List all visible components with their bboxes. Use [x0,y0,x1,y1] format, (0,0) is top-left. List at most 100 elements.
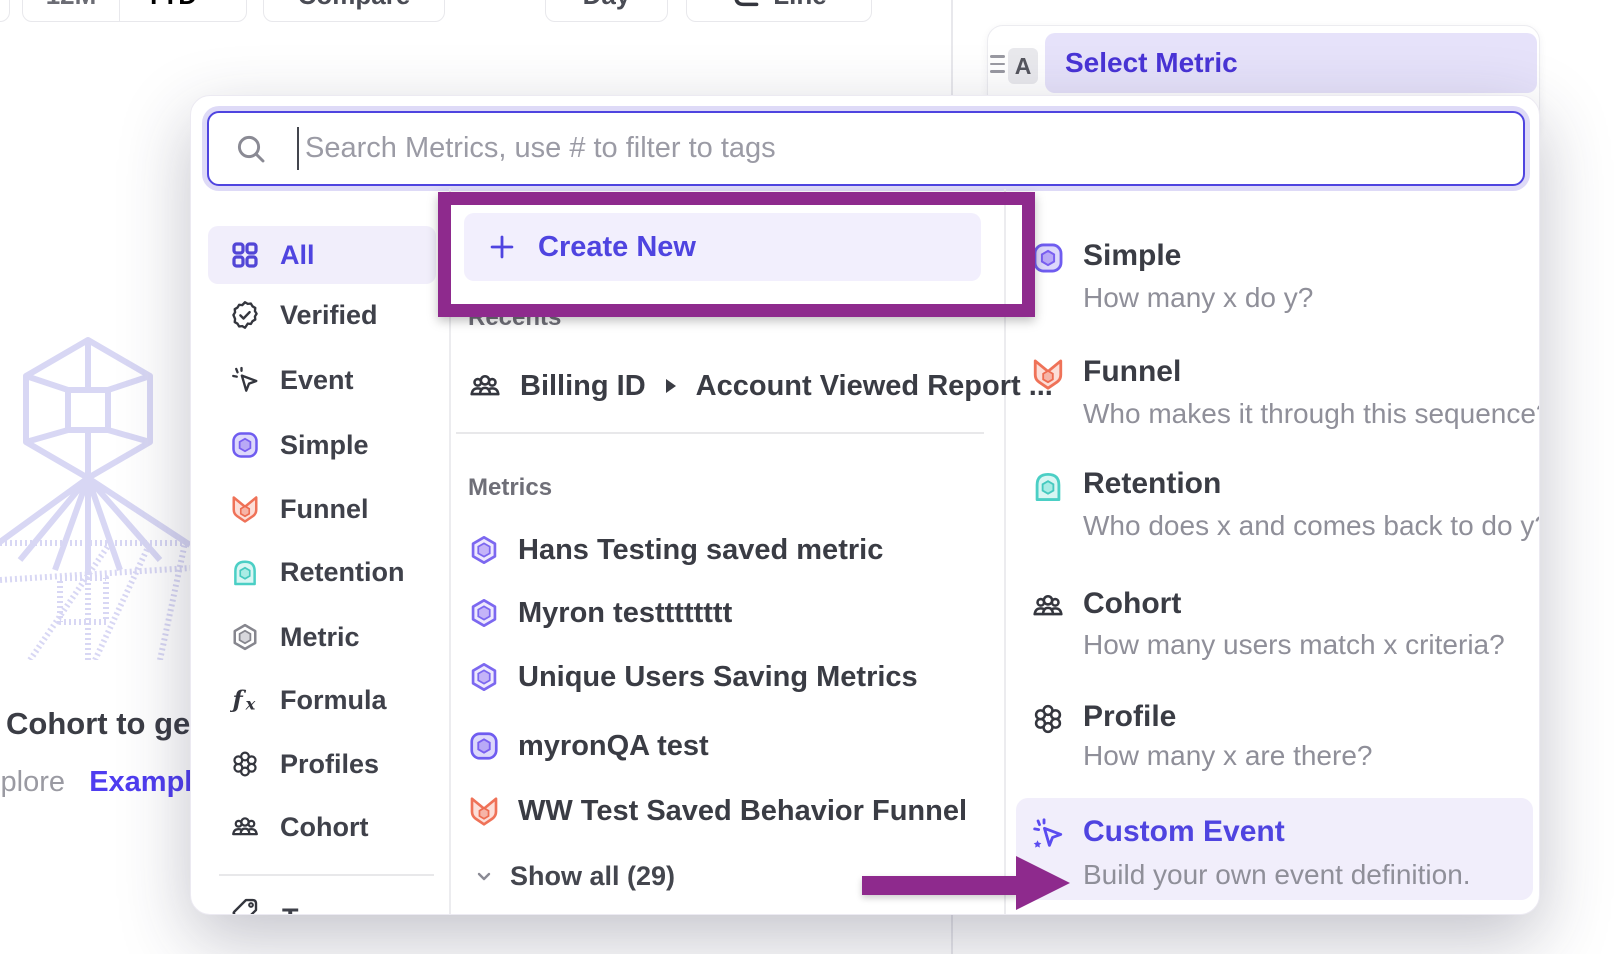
drag-handle-icon[interactable] [990,55,1005,78]
empty-state-heading: Cohort to ge [6,706,190,742]
type-funnel-desc: Who makes it through this sequence? [1083,398,1540,430]
sidebar-item-label: Metric [280,622,360,653]
compare-button[interactable]: Compare [263,0,445,22]
sidebar-item-funnel[interactable]: Funnel [208,480,436,538]
sidebar-section-divider [219,874,434,876]
sidebar-item-label: Funnel [280,494,369,525]
recent-item-event-name: Account Viewed Report ... [696,370,1053,403]
saved-metric-hexagon-icon [468,597,500,629]
retention-icon [230,557,260,587]
sidebar-item-label: All [280,240,315,271]
recent-item-billing-id[interactable]: Billing ID Account Viewed Report ... [468,358,1053,414]
type-cohort[interactable]: Cohort [1083,587,1181,621]
saved-metric-hexagon-icon [468,661,500,693]
sidebar-item-label: Simple [280,430,369,461]
line-chart-icon [731,0,761,10]
metric-picker-screen: 12M YTD Compare Day Line A Select Metric [0,0,1616,954]
sidebar-item-partial[interactable]: T [230,896,299,915]
select-metric-label: Select Metric [1065,47,1238,79]
metric-list-item[interactable]: WW Test Saved Behavior Funnel [468,783,967,839]
sidebar-item-cohort[interactable]: Cohort [208,798,436,856]
profiles-flower-icon [1031,702,1065,736]
chevron-down-icon [472,864,496,888]
metric-list-item[interactable]: Unique Users Saving Metrics [468,649,918,705]
search-icon [235,133,267,165]
show-all-label: Show all (29) [510,861,675,892]
sidebar-item-label: Formula [280,685,387,716]
simple-metric-icon [468,730,500,762]
range-12m-label: 12M [46,0,97,11]
line-label: Line [773,0,826,11]
type-profile[interactable]: Profile [1083,700,1176,734]
recents-divider [456,432,984,434]
verified-seal-icon [230,300,260,330]
type-simple-desc: How many x do y? [1083,282,1313,314]
grid-icon [230,240,260,270]
sidebar-item-event[interactable]: Event [208,351,436,409]
type-retention-desc: Who does x and comes back to do y? [1083,510,1540,542]
sidebar-item-label: Cohort [280,812,368,843]
cohort-people-icon [468,369,502,403]
sidebar-item-verified[interactable]: Verified [208,286,436,344]
sidebar-item-simple[interactable]: Simple [208,416,436,474]
date-range-segmented-control: 12M YTD [22,0,247,22]
type-profile-desc: How many x are there? [1083,740,1372,772]
funnel-icon [230,494,260,524]
type-custom-event[interactable]: Custom Event [1083,815,1285,849]
range-12m-button[interactable]: 12M [23,0,119,21]
funnel-icon [468,795,500,827]
annotation-rectangle [438,192,1035,317]
metric-item-label: Unique Users Saving Metrics [518,661,918,694]
saved-metric-hexagon-icon [468,534,500,566]
sidebar-item-all[interactable]: All [208,226,436,284]
svg-text:ƒ: ƒ [230,686,247,714]
metric-list-item[interactable]: Hans Testing saved metric [468,522,883,578]
retention-icon [1031,469,1065,503]
range-ytd-button[interactable]: YTD [119,0,246,21]
metric-list-item[interactable]: Myron testttttttt [468,585,732,641]
cohort-people-icon [1031,589,1065,623]
simple-metric-icon [1031,241,1065,275]
explore-prefix: xplore [0,766,65,798]
chevron-down-icon [205,0,221,3]
profiles-flower-icon [230,749,260,779]
day-label: Day [583,0,631,11]
formula-fx-icon: ƒ x [230,685,260,715]
series-a-badge: A [1008,48,1038,84]
svg-text:x: x [245,694,256,713]
sidebar-item-metric[interactable]: Metric [208,608,436,666]
series-a-label: A [1015,53,1032,80]
sidebar-item-label: T [282,896,299,915]
sidebar-item-label: Profiles [280,749,379,780]
recent-item-cohort-name: Billing ID [520,370,646,403]
type-simple[interactable]: Simple [1083,239,1181,273]
sidebar-item-retention[interactable]: Retention [208,543,436,601]
type-custom-event-desc: Build your own event definition. [1083,859,1471,891]
annotation-arrow-head [1016,856,1070,910]
sidebar-item-label: Event [280,365,354,396]
sidebar-item-formula[interactable]: ƒ x Formula [208,671,436,729]
tag-icon [230,896,260,915]
type-retention[interactable]: Retention [1083,467,1221,501]
metric-item-label: Myron testttttttt [518,597,732,630]
metrics-section-title: Metrics [468,474,552,502]
type-funnel[interactable]: Funnel [1083,355,1181,389]
empty-state-explore-text: xplore Example [0,766,208,799]
wireframe-art [0,330,190,660]
line-chart-type-button[interactable]: Line [686,0,872,22]
day-granularity-button[interactable]: Day [545,0,668,22]
select-metric-pill[interactable]: Select Metric [1045,33,1537,93]
custom-event-cursor-icon [1031,817,1065,851]
show-all-toggle[interactable]: Show all (29) [472,854,675,898]
text-caret [297,127,299,170]
sidebar-item-profiles[interactable]: Profiles [208,735,436,793]
funnel-icon [1031,357,1065,391]
sidebar-item-label: Verified [280,300,378,331]
range-ytd-label: YTD [145,0,197,11]
metric-item-label: myronQA test [518,730,709,763]
search-input[interactable] [207,111,1525,186]
breadcrumb-arrow-icon [666,379,676,393]
clipped-left-button[interactable] [0,0,10,22]
metric-list-item[interactable]: myronQA test [468,718,709,774]
simple-metric-icon [230,430,260,460]
